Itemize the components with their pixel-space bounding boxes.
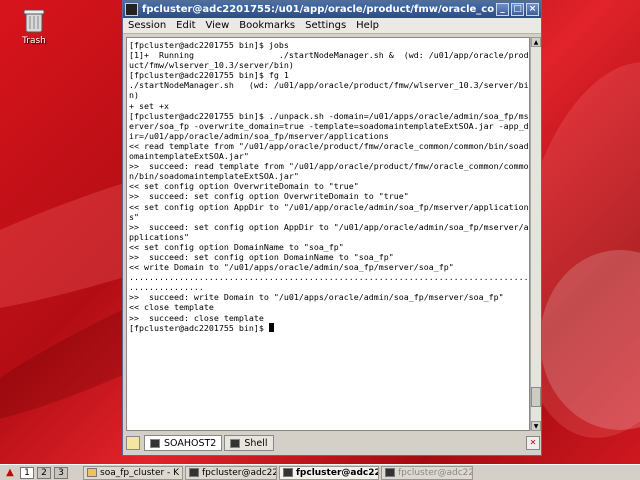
terminal-line: << set config option AppDir to "/u01/app… — [129, 201, 529, 212]
terminal-output[interactable]: [fpcluster@adc2201755 bin]$ jobs [1]+ Ru… — [126, 37, 530, 431]
taskbar: ▲ 1 2 3 soa_fp_cluster - K fpcluster@adc… — [0, 464, 640, 480]
minimize-button[interactable]: _ — [496, 3, 509, 16]
terminal-line: [1]+ Running ./startNodeManager.sh & (wd… — [129, 50, 529, 61]
task-label: fpcluster@adc22 — [296, 467, 379, 478]
terminal-line: s" — [129, 211, 139, 222]
terminal-line: >> succeed: close template — [129, 312, 264, 323]
folder-icon — [87, 468, 97, 477]
scroll-up-icon[interactable]: ▲ — [531, 37, 541, 47]
terminal-line: [fpcluster@adc2201755 bin]$ ./unpack.sh … — [129, 110, 529, 121]
terminal-window: fpcluster@adc2201755:/u01/app/oracle/pro… — [122, 0, 542, 456]
terminal-line: ........................................… — [129, 272, 529, 283]
terminal-icon — [283, 468, 293, 477]
terminal-line: << set config option DomainName to "soa_… — [129, 241, 344, 252]
window-title: fpcluster@adc2201755:/u01/app/oracle/pro… — [142, 4, 494, 15]
terminal-line: >> succeed: read template from "/u01/app… — [129, 161, 529, 172]
terminal-line: uct/fmw/wlserver_10.3/server/bin) — [129, 60, 294, 71]
terminal-line: ./startNodeManager.sh (wd: /u01/app/orac… — [129, 80, 529, 91]
workspace-1-button[interactable]: 1 — [20, 466, 34, 479]
start-menu-icon[interactable]: ▲ — [3, 467, 17, 479]
menu-view[interactable]: View — [201, 20, 235, 31]
terminal-line: ir=/u01/app/oracle/admin/soa_fp/mserver/… — [129, 130, 389, 141]
maximize-button[interactable]: □ — [511, 3, 524, 16]
menu-bar: Session Edit View Bookmarks Settings Hel… — [123, 18, 541, 34]
taskbar-item-terminal-1[interactable]: fpcluster@adc220 — [185, 465, 277, 480]
taskbar-item-terminal-3[interactable]: fpcluster@adc22 — [381, 465, 473, 480]
task-label: fpcluster@adc22 — [398, 467, 473, 478]
menu-settings[interactable]: Settings — [300, 20, 351, 31]
tab-label: Shell — [244, 437, 268, 449]
terminal-line: [fpcluster@adc2201755 bin]$ fg 1 — [129, 70, 289, 81]
terminal-icon — [189, 468, 199, 477]
terminal-line: ............... — [129, 282, 204, 293]
terminal-line: >> succeed: write Domain to "/u01/apps/o… — [129, 292, 504, 303]
terminal-icon — [385, 468, 395, 477]
terminal-line: n/bin/soadomaintemplateExtSOA.jar" — [129, 171, 299, 182]
text-cursor — [268, 322, 274, 332]
terminal-line: + set +x — [129, 100, 169, 111]
tab-shell[interactable]: Shell — [224, 435, 274, 451]
session-tab-bar: SOAHOST2 Shell ✕ — [126, 434, 540, 452]
workspace-3-button[interactable]: 3 — [54, 466, 68, 479]
terminal-prompt-line[interactable]: [fpcluster@adc2201755 bin]$ — [129, 322, 527, 333]
scroll-thumb[interactable] — [531, 387, 541, 407]
menu-help[interactable]: Help — [351, 20, 384, 31]
close-button[interactable]: × — [526, 3, 539, 16]
trash-desktop-icon[interactable]: Trash — [14, 8, 54, 46]
close-tab-icon[interactable]: ✕ — [526, 436, 540, 450]
menu-bookmarks[interactable]: Bookmarks — [234, 20, 300, 31]
scroll-down-icon[interactable]: ▼ — [531, 421, 541, 431]
menu-session[interactable]: Session — [123, 20, 171, 31]
task-label: fpcluster@adc220 — [202, 467, 277, 478]
terminal-line: >> succeed: set config option OverwriteD… — [129, 191, 409, 202]
terminal-tab-icon — [150, 438, 160, 448]
terminal-line: << read template from "/u01/app/oracle/p… — [129, 140, 529, 151]
terminal-line: pplications" — [129, 231, 189, 242]
trash-label: Trash — [22, 36, 46, 46]
window-titlebar[interactable]: fpcluster@adc2201755:/u01/app/oracle/pro… — [123, 1, 541, 18]
menu-edit[interactable]: Edit — [171, 20, 200, 31]
tab-label: SOAHOST2 — [164, 437, 217, 449]
terminal-line: << close template — [129, 302, 214, 313]
terminal-tab-icon — [230, 438, 241, 448]
new-tab-icon[interactable] — [126, 436, 140, 450]
tab-soahost2[interactable]: SOAHOST2 — [144, 435, 223, 451]
taskbar-item-soa-fp-cluster[interactable]: soa_fp_cluster - K — [83, 465, 183, 480]
terminal-prompt: [fpcluster@adc2201755 bin]$ — [129, 322, 269, 333]
taskbar-item-terminal-2[interactable]: fpcluster@adc22 — [279, 465, 379, 480]
terminal-scrollbar[interactable]: ▲ ▼ — [530, 37, 541, 431]
task-label: soa_fp_cluster - K — [100, 467, 180, 478]
terminal-app-icon[interactable] — [125, 3, 138, 16]
terminal-line: erver/soa_fp -overwrite_domain=true -tem… — [129, 120, 529, 131]
trash-icon — [23, 8, 45, 34]
terminal-line: << set config option OverwriteDomain to … — [129, 181, 359, 192]
workspace-2-button[interactable]: 2 — [37, 466, 51, 479]
terminal-line: n) — [129, 90, 139, 101]
terminal-line: >> succeed: set config option DomainName… — [129, 251, 394, 262]
terminal-line: >> succeed: set config option AppDir to … — [129, 221, 529, 232]
terminal-line: omaintemplateExtSOA.jar" — [129, 151, 249, 162]
terminal-line: [fpcluster@adc2201755 bin]$ jobs — [129, 40, 289, 50]
terminal-line: << write Domain to "/u01/apps/oracle/adm… — [129, 262, 454, 273]
